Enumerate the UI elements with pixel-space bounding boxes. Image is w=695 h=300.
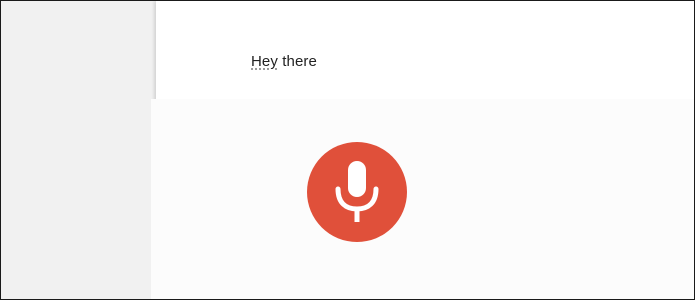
microphone-icon [335,161,379,222]
left-gutter [1,1,154,299]
voice-typing-panel [151,99,694,299]
dictated-word-hey[interactable]: Hey [251,53,278,70]
app-frame: Hey there [0,0,695,300]
dictated-word-there[interactable]: there [278,53,317,70]
document-text-line[interactable]: Hey there [251,53,317,70]
voice-typing-mic-button[interactable] [307,142,407,242]
